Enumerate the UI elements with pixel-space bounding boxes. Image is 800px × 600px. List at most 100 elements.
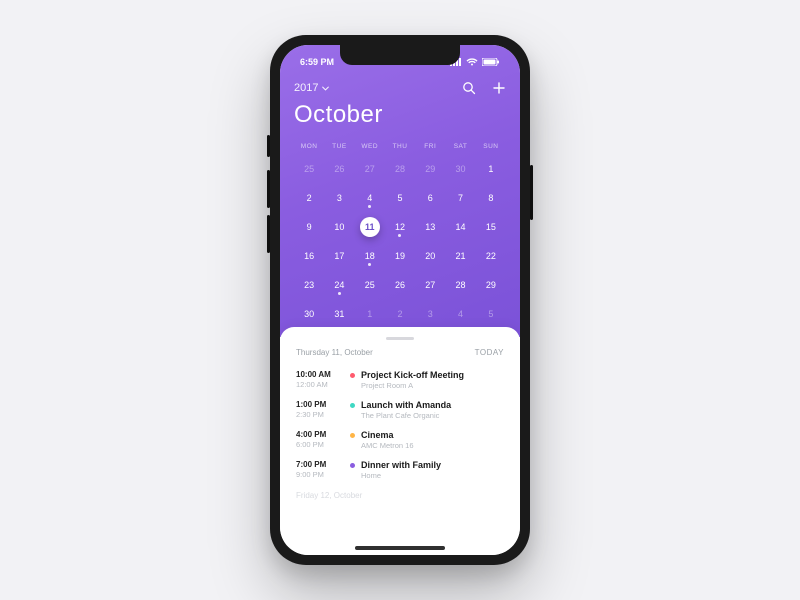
event-end: 6:00 PM	[296, 440, 340, 449]
day-cell[interactable]: 25	[355, 274, 385, 296]
add-button[interactable]	[492, 81, 506, 95]
day-number: 18	[365, 252, 375, 261]
day-number: 25	[304, 165, 314, 174]
mute-switch	[267, 135, 270, 157]
day-cell[interactable]: 26	[324, 158, 354, 180]
volume-down	[267, 215, 270, 253]
day-cell[interactable]: 16	[294, 245, 324, 267]
weekday-label: FRI	[415, 143, 445, 150]
next-day-header: Friday 12, October	[280, 485, 520, 500]
search-icon	[462, 81, 476, 95]
day-cell[interactable]: 27	[415, 274, 445, 296]
day-cell[interactable]: 20	[415, 245, 445, 267]
weekday-label: SUN	[476, 143, 506, 150]
event-title: Launch with Amanda	[361, 400, 451, 410]
day-number: 17	[334, 252, 344, 261]
day-cell[interactable]: 14	[445, 216, 475, 238]
day-cell[interactable]: 31	[324, 303, 354, 325]
event-start: 4:00 PM	[296, 430, 340, 439]
event-dot	[398, 234, 401, 237]
day-number: 21	[456, 252, 466, 261]
day-cell[interactable]: 10	[324, 216, 354, 238]
day-cell[interactable]: 8	[476, 187, 506, 209]
day-number: 3	[337, 194, 342, 203]
day-cell[interactable]: 3	[415, 303, 445, 325]
day-cell[interactable]: 4	[355, 187, 385, 209]
day-cell[interactable]: 29	[415, 158, 445, 180]
day-number: 1	[488, 165, 493, 174]
day-cell[interactable]: 1	[476, 158, 506, 180]
day-cell[interactable]: 28	[385, 158, 415, 180]
day-number: 23	[304, 281, 314, 290]
event-start: 7:00 PM	[296, 460, 340, 469]
event-list[interactable]: 10:00 AM12:00 AMProject Kick-off Meeting…	[280, 365, 520, 485]
day-cell[interactable]: 6	[415, 187, 445, 209]
event-times: 10:00 AM12:00 AM	[296, 370, 340, 390]
drag-handle[interactable]	[386, 337, 414, 340]
day-number: 4	[458, 310, 463, 319]
calendar-grid: 2526272829301234567891011121314151617181…	[294, 158, 506, 325]
day-cell[interactable]: 18	[355, 245, 385, 267]
day-number: 22	[486, 252, 496, 261]
day-number: 5	[397, 194, 402, 203]
event-color-dot	[350, 463, 355, 468]
day-cell[interactable]: 3	[324, 187, 354, 209]
notch	[340, 45, 460, 65]
calendar-panel: 6:59 PM 2017	[280, 45, 520, 337]
day-cell[interactable]: 13	[415, 216, 445, 238]
event-times: 4:00 PM6:00 PM	[296, 430, 340, 450]
day-cell[interactable]: 22	[476, 245, 506, 267]
day-number: 2	[397, 310, 402, 319]
agenda-panel: Thursday 11, October TODAY 10:00 AM12:00…	[280, 327, 520, 555]
day-cell[interactable]: 25	[294, 158, 324, 180]
day-number: 28	[456, 281, 466, 290]
day-number: 30	[304, 310, 314, 319]
event-dot	[338, 292, 341, 295]
day-number: 27	[365, 165, 375, 174]
day-cell[interactable]: 19	[385, 245, 415, 267]
day-cell[interactable]: 17	[324, 245, 354, 267]
day-number: 19	[395, 252, 405, 261]
event-color-dot	[350, 373, 355, 378]
day-cell[interactable]: 30	[445, 158, 475, 180]
agenda-date: Thursday 11, October	[296, 348, 373, 357]
day-cell[interactable]: 28	[445, 274, 475, 296]
day-number: 5	[488, 310, 493, 319]
year-selector[interactable]: 2017	[294, 82, 329, 94]
day-number: 1	[367, 310, 372, 319]
event-end: 2:30 PM	[296, 410, 340, 419]
day-cell[interactable]: 1	[355, 303, 385, 325]
day-cell[interactable]: 12	[385, 216, 415, 238]
day-cell[interactable]: 2	[385, 303, 415, 325]
day-number: 28	[395, 165, 405, 174]
event-item[interactable]: 4:00 PM6:00 PMCinemaAMC Metron 16	[296, 425, 504, 455]
day-cell[interactable]: 29	[476, 274, 506, 296]
day-cell[interactable]: 30	[294, 303, 324, 325]
day-cell[interactable]: 7	[445, 187, 475, 209]
day-number: 26	[395, 281, 405, 290]
day-cell[interactable]: 5	[476, 303, 506, 325]
event-item[interactable]: 1:00 PM2:30 PMLaunch with AmandaThe Plan…	[296, 395, 504, 425]
search-button[interactable]	[462, 81, 476, 95]
home-indicator[interactable]	[355, 546, 445, 550]
day-cell[interactable]: 23	[294, 274, 324, 296]
day-cell[interactable]: 15	[476, 216, 506, 238]
day-cell[interactable]: 2	[294, 187, 324, 209]
day-number: 13	[425, 223, 435, 232]
event-item[interactable]: 10:00 AM12:00 AMProject Kick-off Meeting…	[296, 365, 504, 395]
event-item[interactable]: 7:00 PM9:00 PMDinner with FamilyHome	[296, 455, 504, 485]
day-cell[interactable]: 24	[324, 274, 354, 296]
event-subtitle: Project Room A	[361, 381, 504, 390]
day-cell[interactable]: 26	[385, 274, 415, 296]
today-label[interactable]: TODAY	[475, 348, 504, 357]
plus-icon	[492, 81, 506, 95]
day-cell[interactable]: 27	[355, 158, 385, 180]
day-number: 4	[367, 194, 372, 203]
event-times: 1:00 PM2:30 PM	[296, 400, 340, 420]
weekday-label: WED	[355, 143, 385, 150]
day-cell[interactable]: 11	[355, 216, 385, 238]
day-cell[interactable]: 4	[445, 303, 475, 325]
day-cell[interactable]: 9	[294, 216, 324, 238]
day-cell[interactable]: 21	[445, 245, 475, 267]
day-cell[interactable]: 5	[385, 187, 415, 209]
